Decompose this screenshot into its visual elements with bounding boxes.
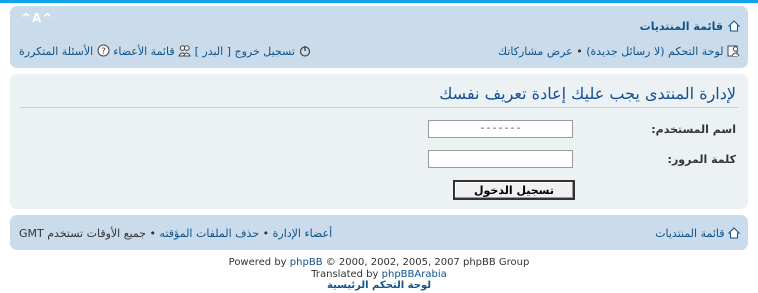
bottom-forum-index-label: قائمة المنتديات: [655, 227, 725, 240]
copyright-text: © 2000, 2002, 2005, 2007 phpBB Group: [325, 257, 530, 268]
password-label: كلمة المرور:: [667, 153, 736, 166]
acp-link[interactable]: لوحة التحكم الرئيسية: [327, 280, 431, 291]
team-link[interactable]: أعضاء الإدارة: [273, 227, 333, 240]
logout-link[interactable]: تسجيل خروج [ البدر ]: [195, 45, 295, 58]
site-links: تسجيل خروج [ البدر ] قائمة الأعضاء ? الأ…: [19, 44, 311, 58]
faq-link[interactable]: الأسئلة المتكررة: [19, 45, 93, 58]
control-panel-link[interactable]: لوحة التحكم (لا رسائل جديدة): [586, 45, 723, 58]
translated-by-text: Translated by: [311, 269, 379, 280]
timezone-text: جميع الأوقات تستخدم GMT: [19, 227, 147, 240]
footer-navbar: قائمة المنتديات أعضاء الإدارة • حذف المل…: [10, 215, 748, 250]
separator-bullet: •: [262, 227, 270, 240]
header-navbar: قائمة المنتديات ^A^ لوحة التحكم (لا رسائ…: [10, 6, 748, 68]
password-field[interactable]: [428, 150, 573, 168]
username-label: اسم المستخدم:: [651, 123, 736, 136]
bottom-links: أعضاء الإدارة • حذف الملفات المؤقته • جم…: [19, 227, 332, 240]
username-field[interactable]: -------: [428, 120, 573, 138]
forum-index-link[interactable]: قائمة المنتديات: [639, 15, 741, 34]
translation-line: Translated by phpBBArabia: [0, 269, 758, 280]
phpbbarabia-link[interactable]: phpBBArabia: [382, 269, 447, 280]
acp-line: لوحة التحكم الرئيسية: [0, 280, 758, 291]
members-link[interactable]: قائمة الأعضاء: [113, 45, 174, 58]
separator-bullet: •: [149, 227, 157, 240]
phpbb-link[interactable]: phpBB: [290, 257, 323, 268]
delete-cookies-link[interactable]: حذف الملفات المؤقته: [160, 227, 260, 240]
faq-icon: ?: [97, 44, 110, 57]
copyright-line: Powered by phpBB © 2000, 2002, 2005, 200…: [0, 257, 758, 268]
font-size-controls[interactable]: ^A^: [21, 11, 53, 25]
login-button[interactable]: تسجيل الدخول: [453, 180, 575, 200]
home-icon: [727, 227, 741, 239]
power-icon: [298, 45, 311, 58]
page-title: لإدارة المنتدى يجب عليك إعادة تعريف نفسك: [439, 84, 736, 103]
separator-bullet: •: [576, 45, 583, 58]
forum-index-label: قائمة المنتديات: [639, 20, 723, 33]
members-icon: [178, 44, 191, 57]
bottom-forum-index-link[interactable]: قائمة المنتديات: [655, 227, 741, 240]
view-posts-link[interactable]: عرض مشاركاتك: [498, 45, 573, 58]
user-cp-icon: [727, 44, 740, 57]
home-icon: [727, 17, 741, 32]
svg-text:?: ?: [101, 47, 106, 57]
title-divider: [20, 107, 738, 108]
powered-by-text: Powered by: [228, 257, 287, 268]
user-links: لوحة التحكم (لا رسائل جديدة) • عرض مشارك…: [498, 44, 740, 58]
top-accent-line: [0, 0, 758, 3]
login-panel: لإدارة المنتدى يجب عليك إعادة تعريف نفسك…: [10, 74, 748, 209]
